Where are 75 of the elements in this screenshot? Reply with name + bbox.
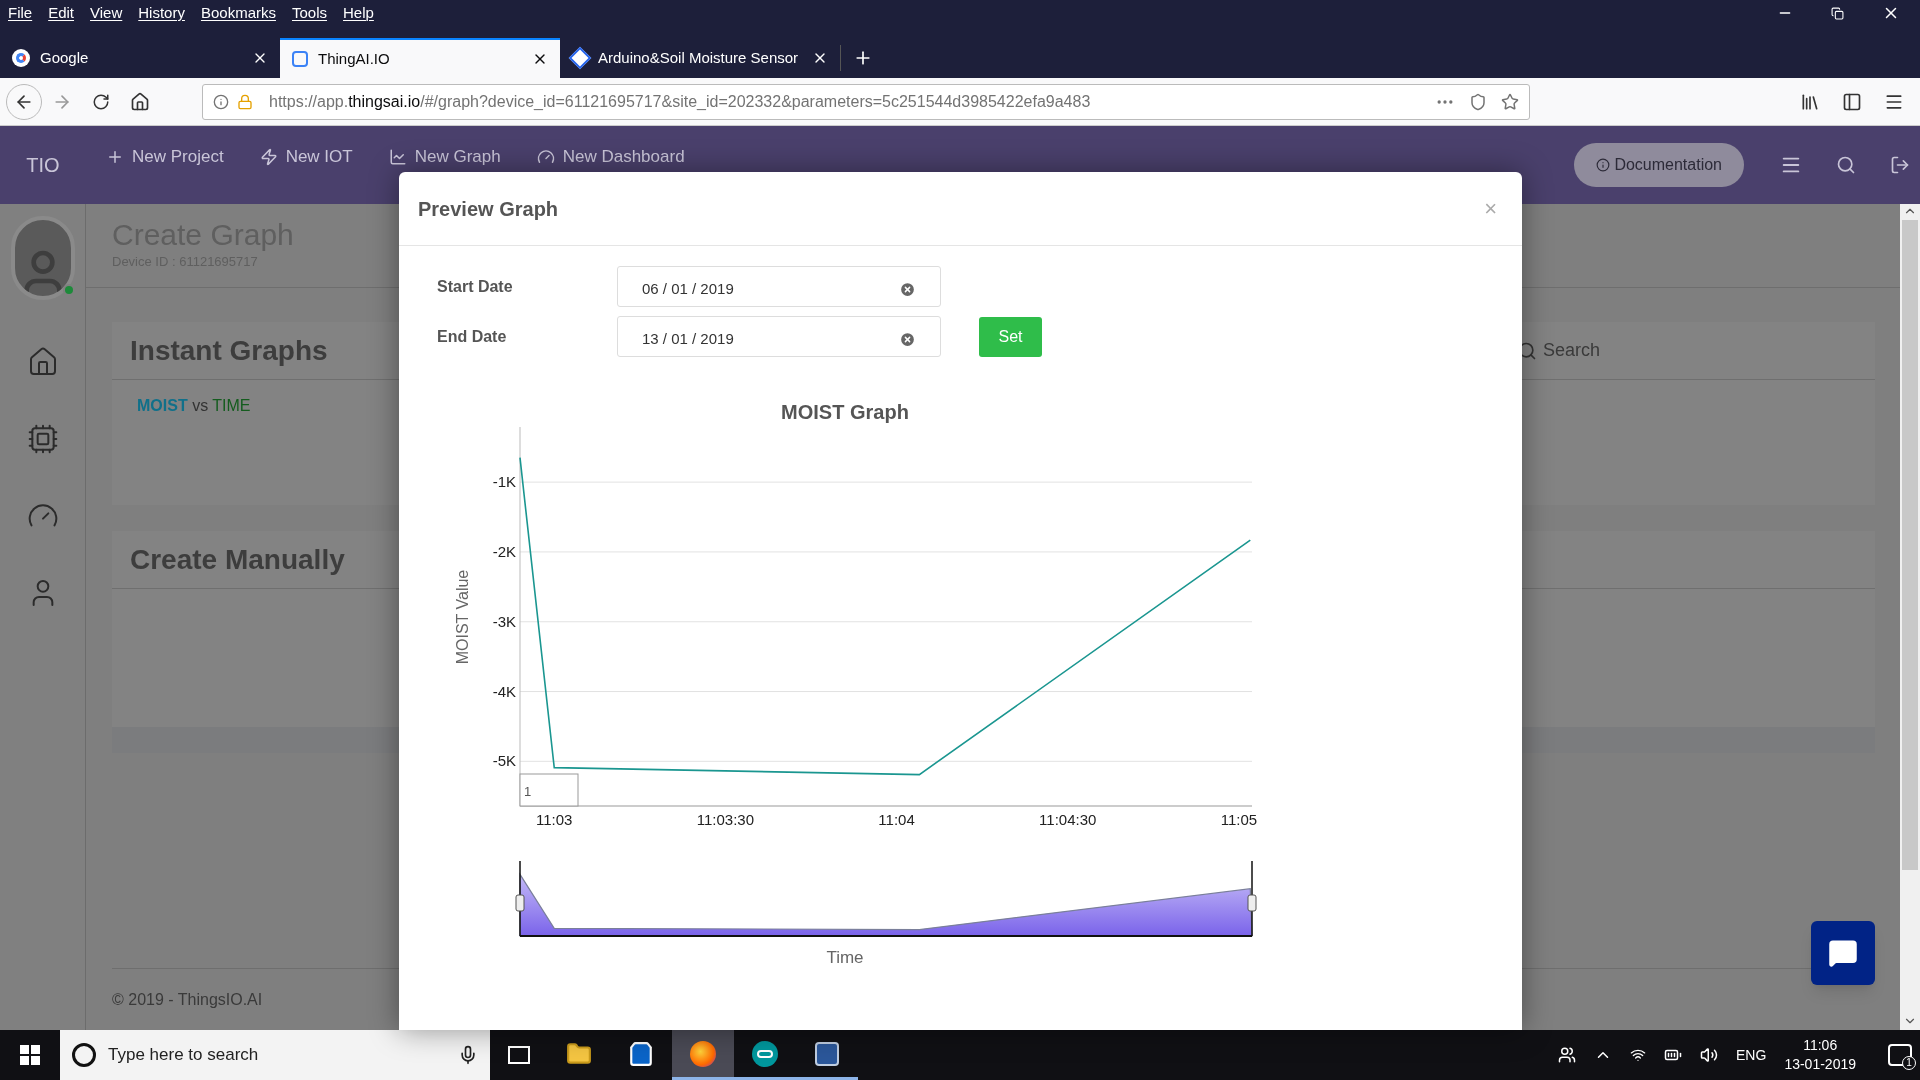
volume-icon[interactable] xyxy=(1700,1046,1719,1064)
menu-item[interactable]: Tools xyxy=(292,1,327,25)
menu-item[interactable]: View xyxy=(90,1,123,25)
y-axis-label: MOIST Value xyxy=(454,569,471,665)
task-view-icon[interactable] xyxy=(508,1046,530,1064)
menu-item[interactable]: File xyxy=(8,1,33,25)
y-tick-label: -3K xyxy=(492,612,516,630)
clear-icon[interactable] xyxy=(899,281,916,298)
field-label: End Date xyxy=(437,326,508,347)
clear-icon[interactable] xyxy=(899,331,916,348)
field-label: Start Date xyxy=(437,276,514,297)
logout-icon[interactable] xyxy=(1890,155,1910,175)
x-tick-label: 11:05 xyxy=(1220,811,1258,828)
shield-icon[interactable] xyxy=(1469,92,1487,111)
x-tick-label: 11:03:30 xyxy=(696,811,755,828)
nav-link[interactable]: New Graph xyxy=(388,144,501,170)
y-tick-label: -2K xyxy=(492,542,516,560)
brand-logo: TIO xyxy=(25,153,61,178)
x-tick-label: 11:04 xyxy=(878,811,915,828)
y-tick-label: -1K xyxy=(492,473,516,491)
document-icon xyxy=(815,1041,839,1066)
search-icon[interactable] xyxy=(1836,155,1856,175)
modal-title: Preview Graph xyxy=(418,196,559,222)
chip-icon[interactable] xyxy=(26,423,59,455)
range-box xyxy=(519,773,579,807)
taskbar-search-field[interactable]: Type here to search xyxy=(60,1030,490,1080)
sidebar-icon[interactable] xyxy=(1842,91,1862,112)
card-title: Create Manually xyxy=(130,542,345,577)
range-handle[interactable] xyxy=(1247,894,1257,912)
date-field[interactable]: 06 / 01 / 2019 xyxy=(617,266,941,307)
info-icon xyxy=(213,93,229,110)
x-tick-label: 11:04:30 xyxy=(1039,811,1097,828)
chat-icon xyxy=(1828,938,1858,968)
range-value: 1 xyxy=(524,784,532,799)
menu-item[interactable]: History xyxy=(138,1,185,25)
x-tick-label: 11:03 xyxy=(536,811,573,828)
browser-tab[interactable]: Arduino&Soil Moisture Sensor xyxy=(560,38,840,78)
browser-tab[interactable]: Google xyxy=(0,38,280,78)
menu-item[interactable]: Help xyxy=(343,1,374,25)
y-tick-label: -5K xyxy=(492,752,516,770)
nav-link[interactable]: New IOT xyxy=(259,144,353,170)
scrollbar-thumb[interactable] xyxy=(1902,220,1918,870)
info-icon xyxy=(1596,158,1611,172)
bolt-icon xyxy=(259,147,278,166)
documentation-button[interactable]: Documentation xyxy=(1574,143,1744,187)
menu-item[interactable]: Edit xyxy=(48,1,75,25)
firefox-icon xyxy=(690,1040,716,1067)
page-icon xyxy=(292,51,308,67)
line-chart-icon xyxy=(388,147,407,166)
clock[interactable]: 11:06 13-01-2019 xyxy=(1784,1036,1856,1074)
gauge-icon xyxy=(536,147,555,166)
windows-start-icon[interactable] xyxy=(20,1045,40,1065)
chat-button[interactable] xyxy=(1811,921,1875,985)
nav-link[interactable]: New Dashboard xyxy=(536,144,685,170)
restore-icon[interactable] xyxy=(1831,6,1844,20)
browser-tab[interactable]: ThingAI.IO xyxy=(280,38,560,78)
home-icon[interactable] xyxy=(130,91,150,112)
microphone-icon xyxy=(458,1045,478,1065)
range-handle[interactable] xyxy=(515,894,525,912)
network-icon[interactable] xyxy=(1630,1047,1647,1063)
menu-item[interactable]: Bookmarks xyxy=(200,1,276,25)
card-title: Instant Graphs xyxy=(130,333,328,368)
nav-link[interactable]: New Project xyxy=(106,144,224,170)
people-icon[interactable] xyxy=(1558,1046,1577,1064)
reload-icon[interactable] xyxy=(92,92,110,111)
language-indicator[interactable]: ENG xyxy=(1736,1044,1767,1066)
bookmark-star-icon[interactable] xyxy=(1501,92,1519,111)
chart-title: MOIST Graph xyxy=(781,401,909,423)
navigator-caption: Time xyxy=(826,948,864,967)
folder-icon xyxy=(566,1040,592,1067)
lock-icon xyxy=(237,93,253,110)
address-bar[interactable]: https://app.thingsai.io/#/graph?device_id=61121695717&site_id=202332&parameters=5c251544d3985422efa9a483 xyxy=(202,83,1530,120)
y-tick-label: -4K xyxy=(492,682,516,700)
footer-text: © 2019 - ThingsIO.AI xyxy=(112,989,263,1010)
date-field[interactable]: 13 / 01 / 2019 xyxy=(617,316,941,357)
